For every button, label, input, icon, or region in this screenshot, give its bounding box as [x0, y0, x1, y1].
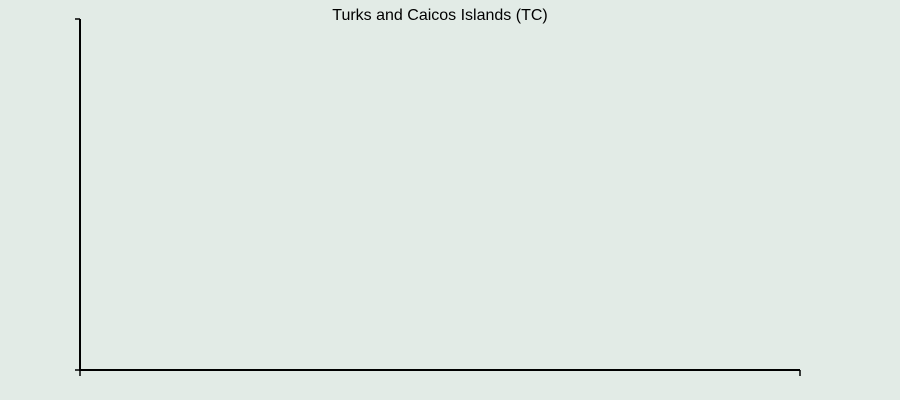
y-axis — [75, 18, 81, 371]
chart-canvas: Turks and Caicos Islands (TC) — [75, 7, 801, 376]
chart-title: Turks and Caicos Islands (TC) — [332, 7, 547, 24]
x-axis — [79, 369, 801, 376]
